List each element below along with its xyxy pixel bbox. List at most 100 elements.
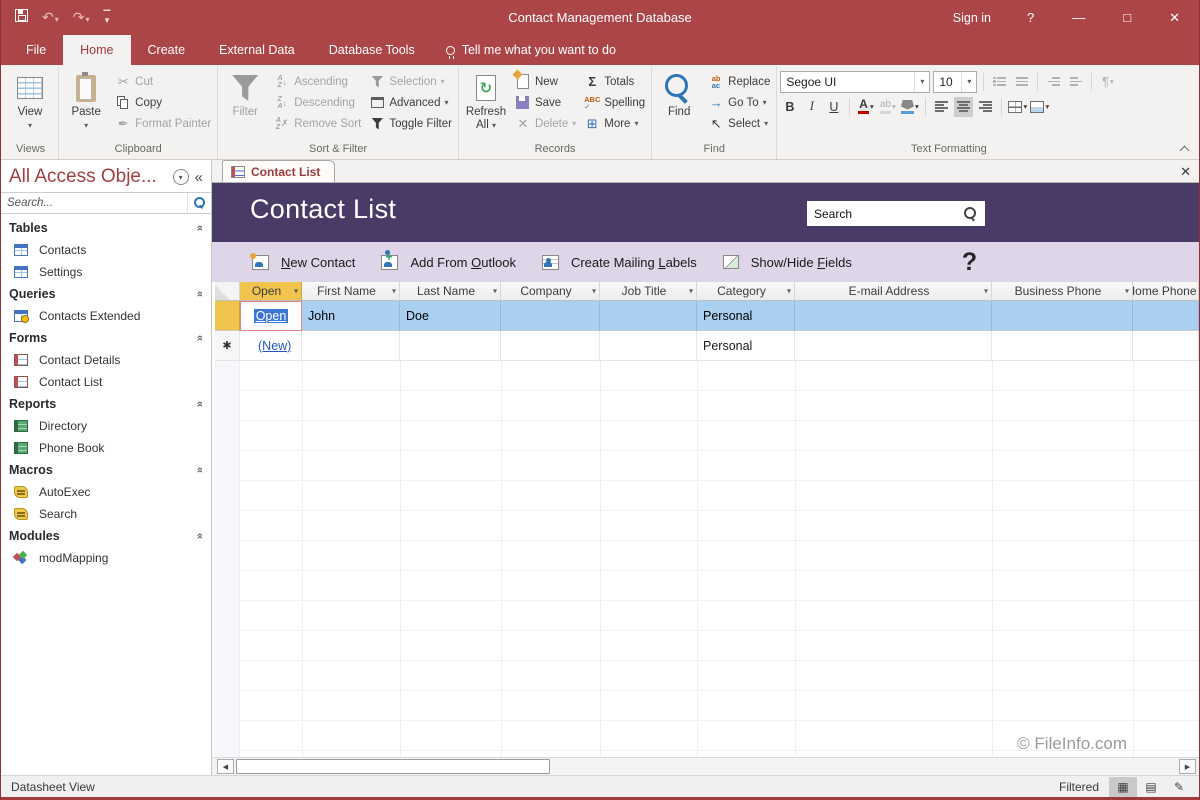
increase-indent-button[interactable] [1044, 72, 1063, 92]
gridlines-button[interactable]: ▾ [1008, 97, 1027, 117]
font-color-button[interactable]: A▾ [856, 97, 875, 117]
new-contact-button[interactable]: New Contact [252, 255, 355, 270]
column-dropdown-icon[interactable]: ▾ [1125, 287, 1129, 296]
nav-item-contact-list[interactable]: Contact List [1, 371, 211, 393]
column-dropdown-icon[interactable]: ▾ [984, 287, 988, 296]
paragraph-direction-button[interactable]: ¶▾ [1098, 72, 1117, 92]
cell-home-phone[interactable] [1133, 331, 1199, 361]
nav-item-autoexec[interactable]: AutoExec [1, 481, 211, 503]
font-name-combo[interactable]: Segoe UI▾ [780, 71, 930, 93]
add-from-outlook-button[interactable]: Add From Outlook [381, 255, 516, 270]
column-header-business-phone[interactable]: Business Phone▾ [992, 282, 1133, 301]
nav-section-macros[interactable]: Macros» [1, 459, 211, 481]
nav-section-queries[interactable]: Queries» [1, 283, 211, 305]
cell-last-name[interactable]: Doe [400, 301, 501, 331]
datasheet-view-button[interactable]: ▦ [1109, 777, 1137, 797]
cut-button[interactable]: ✂Cut [112, 71, 214, 92]
nav-item-contacts[interactable]: Contacts [1, 239, 211, 261]
document-tab-contact-list[interactable]: Contact List [222, 160, 335, 182]
cell-job-title[interactable] [600, 331, 697, 361]
highlight-color-button[interactable]: ab▾ [878, 97, 897, 117]
totals-button[interactable]: ΣTotals [581, 71, 648, 92]
form-help-button[interactable]: ? [962, 248, 977, 277]
bold-button[interactable]: B [780, 97, 799, 117]
cell-email[interactable] [795, 331, 992, 361]
undo-button[interactable]: ↶▾ [42, 9, 59, 27]
filtered-indicator[interactable]: Filtered [1059, 780, 1099, 794]
maximize-button[interactable]: □ [1104, 0, 1150, 35]
view-button[interactable]: View▾ [6, 69, 54, 132]
cell-first-name[interactable] [302, 331, 400, 361]
column-dropdown-icon[interactable]: ▾ [787, 287, 791, 296]
customize-qat-button[interactable]: ▔▾ [104, 13, 111, 23]
tab-create[interactable]: Create [131, 35, 203, 65]
column-header-job-title[interactable]: Job Title▾ [600, 282, 697, 301]
cell-business-phone[interactable] [992, 331, 1133, 361]
format-painter-button[interactable]: ✒Format Painter [112, 113, 214, 134]
remove-sort-button[interactable]: AZ✗Remove Sort [271, 113, 364, 134]
column-header-open[interactable]: Open▾ [240, 282, 302, 301]
alternate-row-color-button[interactable]: ▾ [1030, 97, 1049, 117]
design-view-button[interactable]: ✎ [1165, 777, 1193, 797]
nav-item-search[interactable]: Search [1, 503, 211, 525]
horizontal-scrollbar[interactable]: ◀ ▶ [212, 757, 1199, 775]
nav-search-input[interactable] [1, 197, 187, 209]
nav-section-modules[interactable]: Modules» [1, 525, 211, 547]
cell-open[interactable]: Open [240, 301, 302, 331]
sign-in-button[interactable]: Sign in [936, 0, 1008, 35]
cell-category[interactable]: Personal [697, 331, 795, 361]
nav-item-modmapping[interactable]: modMapping [1, 547, 211, 569]
redo-button[interactable]: ↷▾ [73, 9, 90, 27]
nav-section-reports[interactable]: Reports» [1, 393, 211, 415]
italic-button[interactable]: I [802, 97, 821, 117]
background-color-button[interactable]: ▾ [900, 97, 919, 117]
tab-home[interactable]: Home [63, 35, 130, 65]
collapse-section-icon[interactable]: » [194, 533, 206, 539]
column-header-last-name[interactable]: Last Name▾ [400, 282, 501, 301]
cell-business-phone[interactable] [992, 301, 1133, 331]
minimize-button[interactable]: — [1053, 0, 1104, 35]
ascending-button[interactable]: AZ↓Ascending [271, 71, 364, 92]
replace-button[interactable]: abacReplace [705, 71, 773, 92]
copy-button[interactable]: Copy [112, 92, 214, 113]
tab-external-data[interactable]: External Data [202, 35, 312, 65]
spelling-button[interactable]: ABC✓Spelling [581, 92, 648, 113]
save-record-button[interactable]: Save [512, 92, 579, 113]
tab-file[interactable]: File [9, 35, 63, 65]
cell-open[interactable]: (New) [240, 331, 302, 361]
underline-button[interactable]: U [824, 97, 843, 117]
scroll-left-arrow[interactable]: ◀ [217, 759, 234, 774]
refresh-all-button[interactable]: ↻ Refresh All ▾ [462, 69, 510, 132]
cell-company[interactable] [501, 331, 600, 361]
help-button[interactable]: ? [1008, 0, 1053, 35]
show-hide-fields-button[interactable]: Show/Hide Fields [723, 255, 852, 270]
column-header-company[interactable]: Company▾ [501, 282, 600, 301]
select-button[interactable]: ↖Select▾ [705, 113, 773, 134]
paste-button[interactable]: Paste▾ [62, 69, 110, 132]
cell-category[interactable]: Personal [697, 301, 795, 331]
nav-section-tables[interactable]: Tables» [1, 217, 211, 239]
column-header-category[interactable]: Category▾ [697, 282, 795, 301]
close-button[interactable]: ✕ [1150, 0, 1199, 35]
column-header-email[interactable]: E-mail Address▾ [795, 282, 992, 301]
column-dropdown-icon[interactable]: ▾ [689, 287, 693, 296]
collapse-ribbon-button[interactable] [1180, 144, 1189, 153]
collapse-section-icon[interactable]: » [194, 225, 206, 231]
nav-item-settings[interactable]: Settings [1, 261, 211, 283]
advanced-button[interactable]: Advanced▾ [366, 92, 455, 113]
find-button[interactable]: Find [655, 69, 703, 119]
nav-pane-menu-button[interactable]: ▾ [173, 169, 189, 185]
layout-view-button[interactable]: ▤ [1137, 777, 1165, 797]
new-record-link[interactable]: (New) [258, 339, 291, 353]
form-search-input[interactable] [808, 207, 958, 221]
cell-email[interactable] [795, 301, 992, 331]
create-mailing-labels-button[interactable]: Create Mailing Labels [542, 255, 697, 270]
nav-search-button[interactable] [187, 193, 211, 213]
tell-me-box[interactable]: Tell me what you want to do [446, 35, 616, 65]
new-record-button[interactable]: New [512, 71, 579, 92]
delete-record-button[interactable]: ✕Delete▾ [512, 113, 579, 134]
save-icon[interactable] [15, 9, 28, 27]
bullets-button[interactable] [990, 72, 1009, 92]
align-left-button[interactable] [932, 97, 951, 117]
descending-button[interactable]: ZA↓Descending [271, 92, 364, 113]
